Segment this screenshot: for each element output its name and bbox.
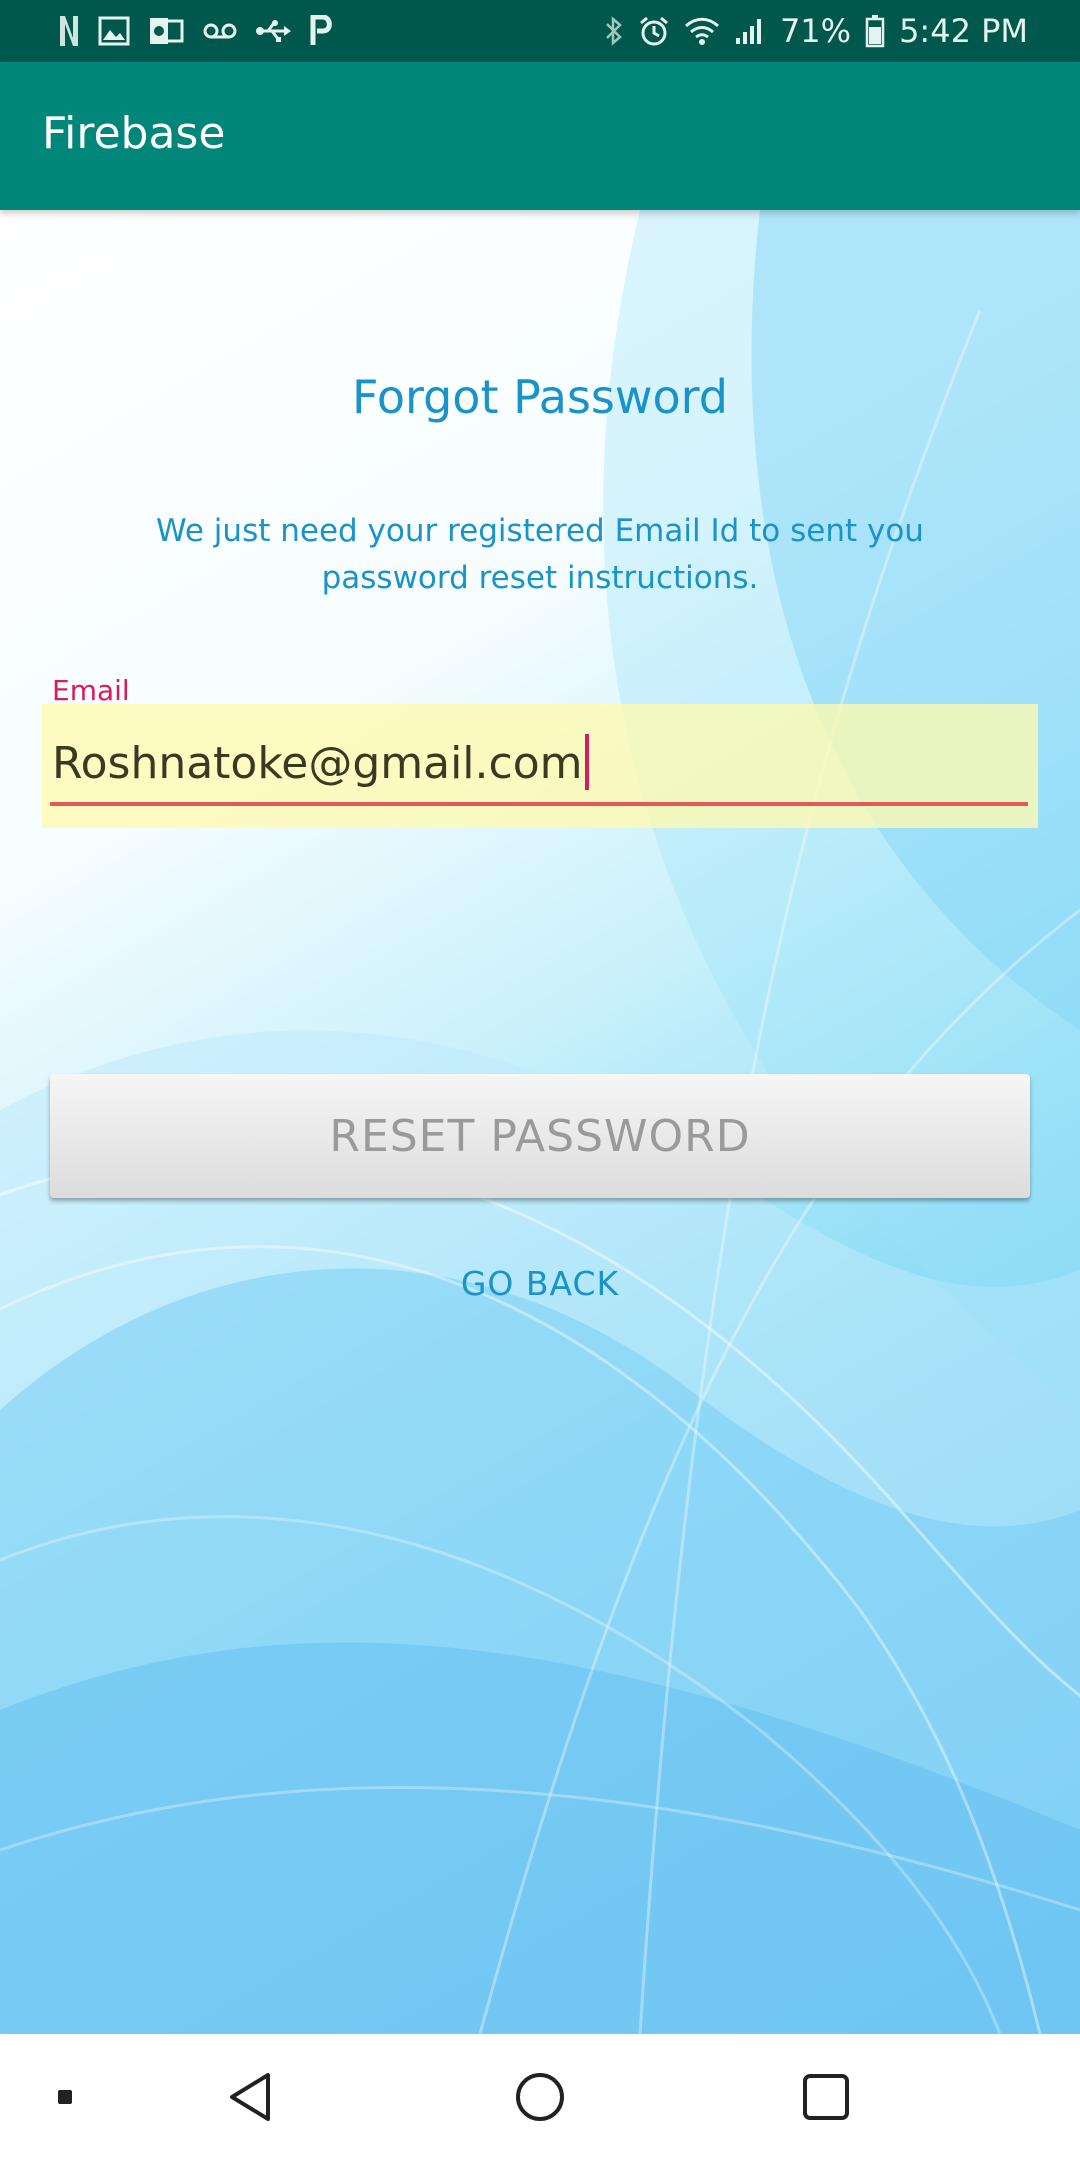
status-bar-notifications bbox=[58, 8, 334, 54]
email-label: Email bbox=[52, 674, 130, 707]
nav-recents-button[interactable] bbox=[776, 2034, 876, 2160]
outlook-icon bbox=[148, 16, 184, 46]
netflix-icon bbox=[58, 14, 80, 48]
nav-back-button[interactable] bbox=[200, 2034, 300, 2160]
forgot-password-screen: Forgot Password We just need your regist… bbox=[0, 210, 1080, 2034]
instructions-text: We just need your registered Email Id to… bbox=[156, 513, 924, 596]
email-field[interactable]: Roshnatoke@gmail.com bbox=[42, 704, 1038, 828]
status-bar: 71% 5:42 PM bbox=[0, 0, 1080, 62]
back-icon bbox=[226, 2071, 274, 2123]
battery-percent: 71% bbox=[779, 12, 852, 50]
bluetooth-icon bbox=[604, 15, 624, 47]
usb-icon bbox=[256, 18, 292, 44]
page-title: Forgot Password bbox=[352, 370, 728, 424]
reset-password-button[interactable]: RESET PASSWORD bbox=[50, 1074, 1030, 1198]
app-bar: Firebase bbox=[0, 62, 1080, 210]
image-icon bbox=[98, 16, 130, 46]
home-icon bbox=[514, 2071, 566, 2123]
text-cursor bbox=[584, 734, 589, 790]
parking-icon bbox=[310, 15, 334, 47]
status-time: 5:42 PM bbox=[899, 12, 1028, 50]
recents-icon bbox=[801, 2072, 851, 2122]
battery-icon bbox=[865, 14, 885, 48]
navigation-bar bbox=[0, 2034, 1080, 2160]
nav-dot-button[interactable] bbox=[30, 2034, 100, 2160]
alarm-icon bbox=[638, 15, 670, 47]
reset-password-label: RESET PASSWORD bbox=[329, 1110, 751, 1162]
email-input-value[interactable]: Roshnatoke@gmail.com bbox=[52, 734, 589, 790]
email-field-underline bbox=[50, 802, 1028, 806]
nav-home-button[interactable] bbox=[490, 2034, 590, 2160]
voicemail-icon bbox=[202, 21, 238, 41]
app-title: Firebase bbox=[42, 108, 226, 159]
wifi-icon bbox=[684, 16, 720, 46]
go-back-link[interactable]: GO BACK bbox=[420, 1264, 660, 1303]
signal-icon bbox=[734, 16, 766, 46]
dot-icon bbox=[57, 2089, 73, 2105]
status-bar-system: 71% 5:42 PM bbox=[604, 8, 1028, 54]
email-input-text[interactable]: Roshnatoke@gmail.com bbox=[52, 738, 583, 789]
